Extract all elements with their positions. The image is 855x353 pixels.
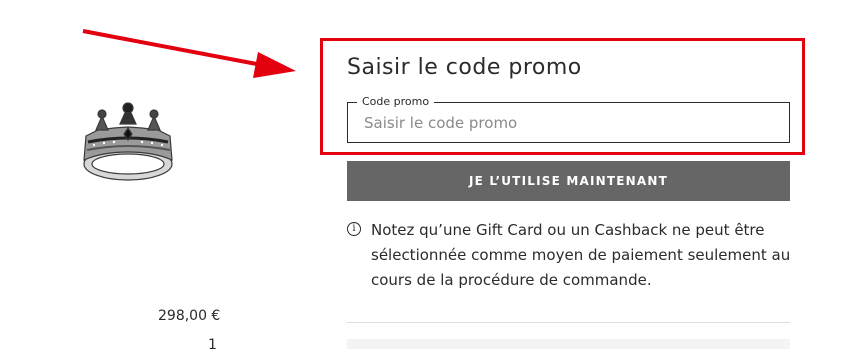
info-icon: i xyxy=(347,222,361,236)
product-image xyxy=(83,102,173,181)
promo-code-field xyxy=(347,102,790,143)
promo-code-input[interactable] xyxy=(349,104,788,141)
product-quantity: 1 xyxy=(208,337,217,353)
apply-promo-button[interactable]: JE L’UTILISE MAINTENANT xyxy=(347,161,790,201)
promo-title: Saisir le code promo xyxy=(347,55,582,80)
divider xyxy=(347,322,790,323)
summary-panel xyxy=(347,339,790,349)
promo-field-label: Code promo xyxy=(357,95,435,108)
notice-text: Notez qu’une Gift Card ou un Cashback ne… xyxy=(371,221,791,289)
product-price: 298,00 € xyxy=(158,308,221,324)
annotation-arrow xyxy=(82,29,296,78)
